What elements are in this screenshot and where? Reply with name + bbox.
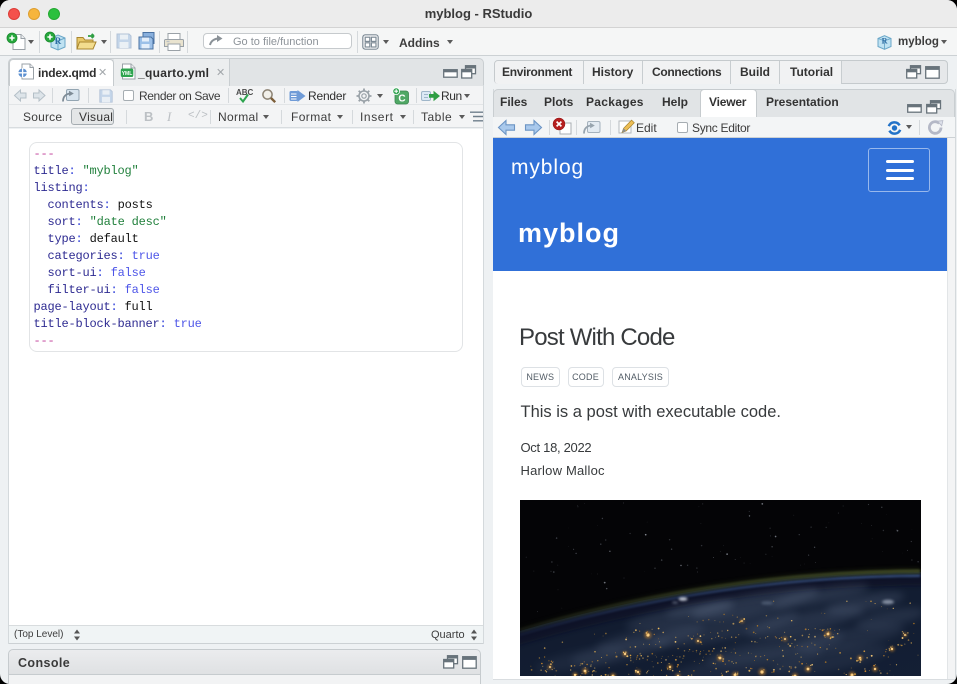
svg-text:YML: YML <box>122 70 133 76</box>
svg-text:C: C <box>398 93 405 104</box>
svg-text:R: R <box>55 36 62 46</box>
svg-text:ABC: ABC <box>236 88 254 97</box>
svg-text:R: R <box>882 37 888 46</box>
